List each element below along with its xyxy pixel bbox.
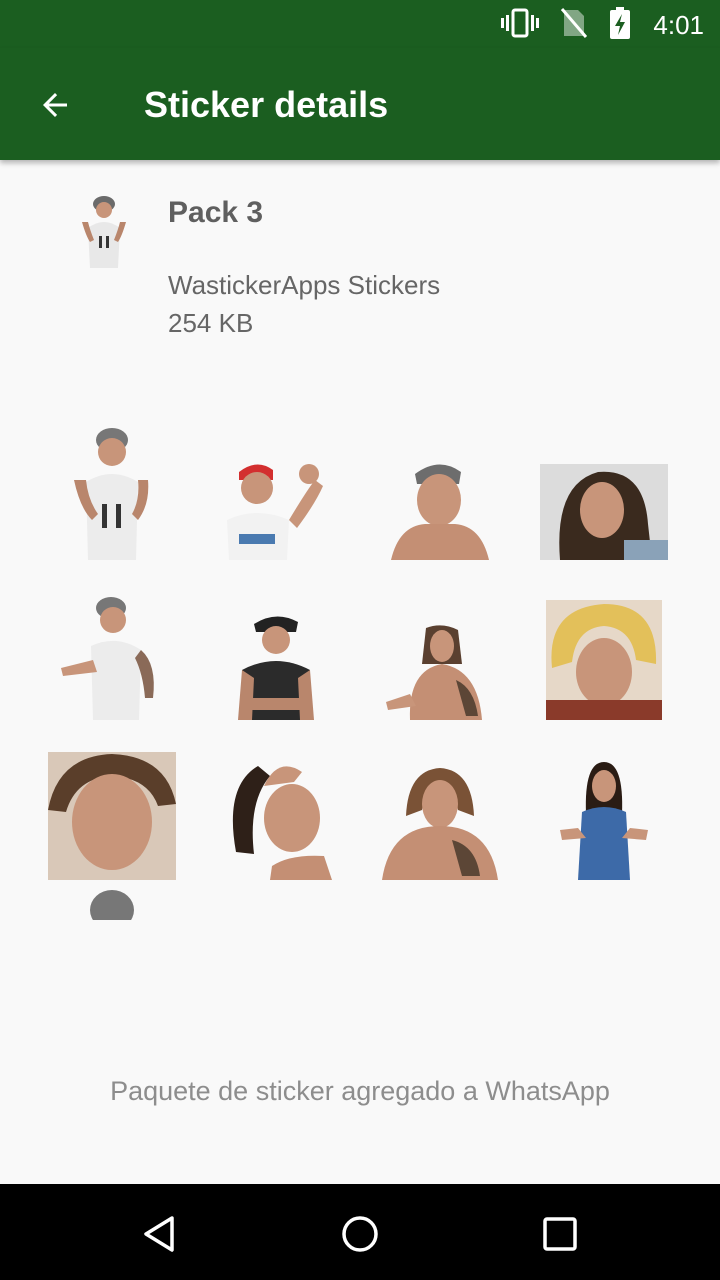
vibrate-icon <box>501 8 540 42</box>
sticker-5[interactable] <box>32 560 192 720</box>
sticker-12[interactable] <box>524 720 684 880</box>
app-bar: Sticker details <box>0 48 720 160</box>
nav-home-button[interactable] <box>328 1202 392 1266</box>
recents-square-icon <box>543 1217 577 1251</box>
status-bar: 4:01 <box>0 0 720 48</box>
sticker-7[interactable] <box>360 560 520 720</box>
sticker-grid <box>32 400 688 930</box>
status-time: 4:01 <box>653 9 704 40</box>
status-icons: 4:01 <box>501 7 704 43</box>
sticker-4[interactable] <box>524 400 684 560</box>
home-circle-icon <box>342 1216 378 1252</box>
added-to-whatsapp-message: Paquete de sticker agregado a WhatsApp <box>110 1076 610 1106</box>
battery-charging-icon <box>609 7 631 43</box>
navigation-bar <box>0 1184 720 1280</box>
sticker-2[interactable] <box>196 400 356 560</box>
pack-publisher: WastickerApps Stickers <box>168 270 441 300</box>
sticker-13[interactable] <box>32 880 192 930</box>
sticker-1[interactable] <box>32 400 192 560</box>
pack-tray-icon <box>74 192 134 270</box>
pack-size: 254 KB <box>168 308 254 338</box>
back-button[interactable] <box>22 72 88 138</box>
nav-back-button[interactable] <box>128 1202 192 1266</box>
sticker-6[interactable] <box>196 560 356 720</box>
sticker-10[interactable] <box>196 720 356 880</box>
sticker-3[interactable] <box>360 400 520 560</box>
app-title: Sticker details <box>144 84 389 125</box>
back-triangle-icon <box>144 1216 174 1252</box>
pack-name: Pack 3 <box>168 196 264 229</box>
sticker-8[interactable] <box>524 560 684 720</box>
arrow-back-icon <box>43 93 67 117</box>
nav-recents-button[interactable] <box>528 1202 592 1266</box>
no-sim-icon <box>561 8 588 42</box>
sticker-9[interactable] <box>32 720 192 880</box>
sticker-11[interactable] <box>360 720 520 880</box>
